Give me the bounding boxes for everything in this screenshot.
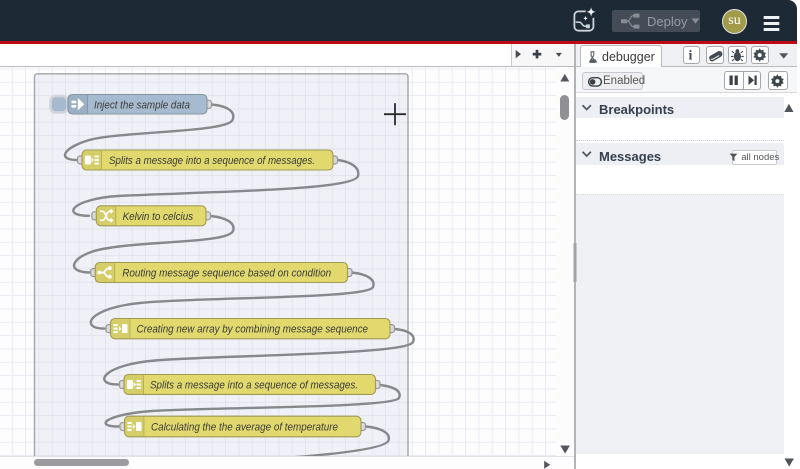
svg-text:Calculating the the average of: Calculating the the average of temperatu… [151, 422, 338, 434]
svg-text:Splits a message into a sequen: Splits a message into a sequence of mess… [109, 155, 315, 167]
svg-text:Splits a message into a sequen: Splits a message into a sequence of mess… [150, 380, 358, 392]
svg-text:Routing message sequence based: Routing message sequence based on condit… [122, 268, 331, 280]
svg-text:Inject the sample data: Inject the sample data [94, 99, 190, 111]
svg-text:Kelvin to celcius: Kelvin to celcius [123, 211, 194, 223]
svg-text:Creating new array by combinin: Creating new array by combining message … [137, 324, 369, 336]
